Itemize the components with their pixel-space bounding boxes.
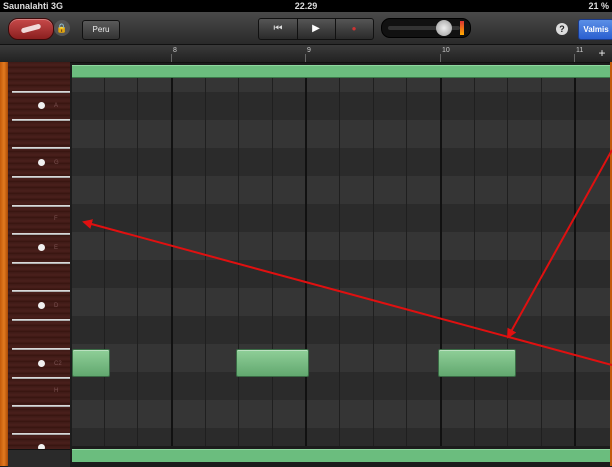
fret-marker-icon xyxy=(38,360,45,367)
bar-number: 11 xyxy=(576,47,584,54)
bar-number: 8 xyxy=(173,47,177,54)
key-label: G xyxy=(54,160,59,166)
lock-icon[interactable]: 🔒 xyxy=(54,20,70,36)
grid-row xyxy=(72,260,612,288)
fret-marker-icon xyxy=(38,244,45,251)
help-button[interactable]: ? xyxy=(556,23,568,35)
status-bar: Saunalahti 3G 22.29 21 % xyxy=(0,0,612,12)
undo-button[interactable]: Peru xyxy=(82,20,120,40)
beat-line xyxy=(339,78,340,446)
note-block[interactable] xyxy=(438,349,516,377)
guitar-icon xyxy=(20,23,42,34)
beat-line xyxy=(474,78,475,446)
fret xyxy=(12,262,70,264)
key-label: D xyxy=(54,303,59,309)
grid-row xyxy=(72,400,612,428)
fret xyxy=(12,290,70,292)
fret-marker-icon xyxy=(38,159,45,166)
ruler-tick xyxy=(171,54,172,62)
bar-line xyxy=(440,78,442,446)
beat-line xyxy=(205,78,206,446)
fret xyxy=(12,205,70,207)
beat-line xyxy=(373,78,374,446)
bar-number: 10 xyxy=(442,47,450,54)
grid-row xyxy=(72,120,612,148)
fret-marker-icon xyxy=(38,102,45,109)
beat-line xyxy=(507,78,508,446)
beat-line xyxy=(137,78,138,446)
fretboard-footer xyxy=(8,449,70,467)
beat-line xyxy=(541,78,542,446)
clock: 22.29 xyxy=(294,1,318,11)
beat-line xyxy=(272,78,273,446)
fret xyxy=(12,147,70,149)
toolbar: 🔒 Peru ⏮ ▶ ● ? Valmis xyxy=(0,12,612,45)
ruler-tick xyxy=(440,54,441,62)
fretboard-edge xyxy=(0,62,8,466)
fret xyxy=(12,405,70,407)
bar-number: 9 xyxy=(307,47,311,54)
grid-row xyxy=(72,148,612,176)
grid-row xyxy=(72,372,612,400)
key-label: H xyxy=(54,388,59,394)
fret-marker-icon xyxy=(38,302,45,309)
piano-roll-grid[interactable] xyxy=(72,78,612,446)
ruler-tick xyxy=(574,54,575,62)
done-button[interactable]: Valmis xyxy=(578,19,612,40)
bar-line xyxy=(574,78,576,446)
bar-line xyxy=(171,78,173,446)
volume-knob[interactable] xyxy=(436,20,452,36)
record-icon[interactable]: ● xyxy=(335,19,373,39)
note-block[interactable] xyxy=(72,349,110,377)
rewind-icon[interactable]: ⏮ xyxy=(259,19,298,39)
grid-row xyxy=(72,204,612,232)
fret xyxy=(12,319,70,321)
grid-row xyxy=(72,344,612,372)
grid-row xyxy=(72,176,612,204)
key-label: F xyxy=(54,216,58,222)
ruler-tick xyxy=(305,54,306,62)
beat-line xyxy=(238,78,239,446)
fret xyxy=(12,176,70,178)
key-label: E xyxy=(54,245,59,251)
fret xyxy=(12,433,70,435)
beat-line xyxy=(406,78,407,446)
level-meter xyxy=(460,21,464,35)
bar-line xyxy=(305,78,307,446)
fret xyxy=(12,119,70,121)
grid-row xyxy=(72,232,612,260)
grid-row xyxy=(72,428,612,446)
key-label: C2 xyxy=(54,361,62,367)
add-section-icon[interactable]: + xyxy=(596,47,608,59)
grid-row xyxy=(72,316,612,344)
key-label: A xyxy=(54,103,59,109)
fret xyxy=(12,377,70,379)
note-block[interactable] xyxy=(236,349,309,377)
grid-row xyxy=(72,288,612,316)
grid-row xyxy=(72,78,612,92)
grid-row xyxy=(72,92,612,120)
beat-line xyxy=(104,78,105,446)
timeline-ruler[interactable]: 8 9 10 11 + xyxy=(0,45,612,63)
transport-controls: ⏮ ▶ ● xyxy=(258,18,374,40)
instrument-button[interactable] xyxy=(8,18,54,40)
track-region-top[interactable] xyxy=(72,65,612,78)
volume-slider[interactable] xyxy=(381,18,471,38)
fret xyxy=(12,348,70,350)
fret xyxy=(12,233,70,235)
battery-indicator: 21 % xyxy=(588,1,609,11)
fret xyxy=(12,91,70,93)
play-icon[interactable]: ▶ xyxy=(297,19,336,39)
track-region-bottom[interactable] xyxy=(72,449,612,462)
